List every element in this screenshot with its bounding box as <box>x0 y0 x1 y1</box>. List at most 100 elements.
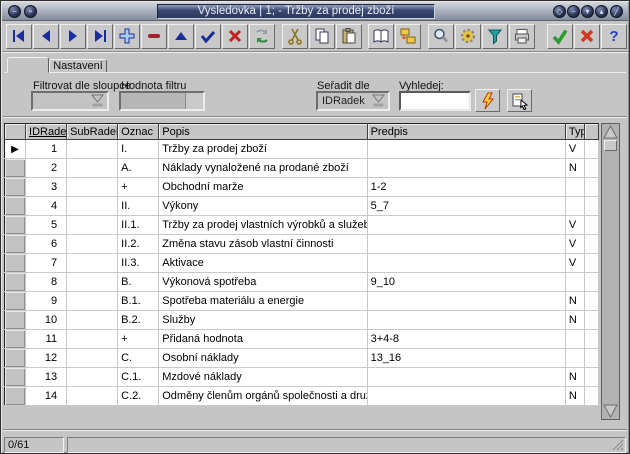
table-row[interactable]: 2 A. Náklady vynaložené na prodané zboží… <box>5 159 599 178</box>
header-oznac[interactable]: Oznac <box>118 124 159 140</box>
copy-button[interactable] <box>309 24 335 49</box>
first-record-button[interactable] <box>6 24 32 49</box>
header-typ[interactable]: Typ <box>565 124 584 140</box>
header-popis[interactable]: Popis <box>159 124 367 140</box>
cell-typ <box>565 178 584 197</box>
tools-group <box>428 24 536 49</box>
triangle-up-icon <box>172 27 190 45</box>
table-row[interactable]: 8 B. Výkonová spotřeba 9_10 <box>5 273 599 292</box>
help-button[interactable]: ? <box>601 24 627 49</box>
cell-oznac: II.1. <box>118 216 159 235</box>
post-record-button[interactable] <box>195 24 221 49</box>
tab-settings[interactable]: Nastavení <box>49 59 107 73</box>
paste-icon <box>340 27 358 45</box>
header-filler <box>584 124 598 140</box>
table-row[interactable]: 4 II. Výkony 5_7 <box>5 197 599 216</box>
resize-grip-icon[interactable] <box>611 438 624 451</box>
prior-record-button[interactable] <box>33 24 59 49</box>
minimize-icon[interactable]: − <box>567 5 580 18</box>
sticky-icon[interactable]: ∘ <box>24 5 37 18</box>
row-indicator <box>5 387 26 406</box>
table-row[interactable]: 6 II.2. Změna stavu zásob vlastní činnos… <box>5 235 599 254</box>
search-button[interactable] <box>428 24 454 49</box>
row-indicator <box>5 159 26 178</box>
filter-column-combobox[interactable] <box>31 91 109 111</box>
cancel-button[interactable] <box>574 24 600 49</box>
next-record-button[interactable] <box>60 24 86 49</box>
refresh-button[interactable] <box>249 24 275 49</box>
cell-idradek: 10 <box>26 311 67 330</box>
close-icon[interactable]: ╱ <box>610 5 623 18</box>
table-row[interactable]: 10 B.2. Služby N <box>5 311 599 330</box>
table-row[interactable]: 9 B.1. Spotřeba materiálu a energie N <box>5 292 599 311</box>
paste-button[interactable] <box>336 24 362 49</box>
app-window: − ∘ Vysledovka | 1; - Tržby za prodej zb… <box>0 0 630 454</box>
cell-typ: V <box>565 235 584 254</box>
cancel-record-button[interactable] <box>222 24 248 49</box>
vertical-scrollbar[interactable] <box>601 123 620 420</box>
search-input[interactable] <box>399 91 471 111</box>
row-indicator <box>5 292 26 311</box>
cell-subradek <box>67 235 118 254</box>
ok-button[interactable] <box>547 24 573 49</box>
edit-record-button[interactable] <box>168 24 194 49</box>
filter-value-subbutton[interactable] <box>185 93 203 109</box>
table-row[interactable]: 13 C.1. Mzdové náklady N <box>5 368 599 387</box>
records-table: IDRadek SubRadek Oznac Popis Predpis Typ… <box>4 123 599 406</box>
header-predpis[interactable]: Predpis <box>367 124 565 140</box>
cell-filler <box>584 311 598 330</box>
header-indicator <box>5 124 26 140</box>
cell-typ: V <box>565 140 584 159</box>
open-book-icon <box>372 27 390 45</box>
maximize-icon[interactable]: ◇ <box>553 5 566 18</box>
header-subradek[interactable]: SubRadek <box>67 124 118 140</box>
document-pointer-icon <box>511 92 529 110</box>
cell-popis: Osobní náklady <box>159 349 367 368</box>
search-execute-button[interactable] <box>475 89 500 112</box>
first-record-icon <box>10 27 28 45</box>
table-header-row: IDRadek SubRadek Oznac Popis Predpis Typ <box>5 124 599 140</box>
cell-filler <box>584 140 598 159</box>
pick-record-button[interactable] <box>507 89 532 112</box>
codebook-button[interactable] <box>368 24 394 49</box>
cell-filler <box>584 349 598 368</box>
table-row[interactable]: 14 C.2. Odměny členům orgánů společnosti… <box>5 387 599 406</box>
sort-combobox[interactable]: IDRadek <box>316 91 390 111</box>
window-title: Vysledovka | 1; - Tržby za prodej zboží <box>157 4 435 19</box>
table-row[interactable]: 7 II.3. Aktivace V <box>5 254 599 273</box>
window-menu-icon[interactable]: − <box>8 5 21 18</box>
scrollbar-thumb[interactable] <box>604 140 617 151</box>
print-button[interactable] <box>509 24 535 49</box>
table-row[interactable]: 3 + Obchodní marže 1-2 <box>5 178 599 197</box>
table-row[interactable]: 5 II.1. Tržby za prodej vlastních výrobk… <box>5 216 599 235</box>
shade-up-icon[interactable]: ▴ <box>595 5 608 18</box>
cell-filler <box>584 330 598 349</box>
table-row[interactable]: 11 + Přidaná hodnota 3+4-8 <box>5 330 599 349</box>
clipboard-group <box>282 24 363 49</box>
cell-idradek: 7 <box>26 254 67 273</box>
record-counter: 0/61 <box>4 437 64 453</box>
cell-predpis: 13_16 <box>367 349 565 368</box>
cut-button[interactable] <box>282 24 308 49</box>
filter-value-input[interactable] <box>119 91 205 111</box>
scroll-down-icon <box>603 404 618 418</box>
shade-down-icon[interactable]: ▾ <box>581 5 594 18</box>
cell-oznac: I. <box>118 140 159 159</box>
table-row[interactable]: ▶ 1 I. Tržby za prodej zboží V <box>5 140 599 159</box>
cell-oznac: C.2. <box>118 387 159 406</box>
cell-popis: Spotřeba materiálu a energie <box>159 292 367 311</box>
header-idradek[interactable]: IDRadek <box>26 124 67 140</box>
cell-idradek: 4 <box>26 197 67 216</box>
table-row[interactable]: 12 C. Osobní náklady 13_16 <box>5 349 599 368</box>
cell-idradek: 3 <box>26 178 67 197</box>
insert-record-button[interactable] <box>114 24 140 49</box>
filter-button[interactable] <box>482 24 508 49</box>
last-record-button[interactable] <box>87 24 113 49</box>
transfer-button[interactable] <box>395 24 421 49</box>
delete-record-button[interactable] <box>141 24 167 49</box>
settings-button[interactable] <box>455 24 481 49</box>
tab-page-edge <box>4 72 626 73</box>
cell-typ <box>565 330 584 349</box>
tab-active-blank[interactable] <box>7 57 49 73</box>
cell-typ: N <box>565 292 584 311</box>
